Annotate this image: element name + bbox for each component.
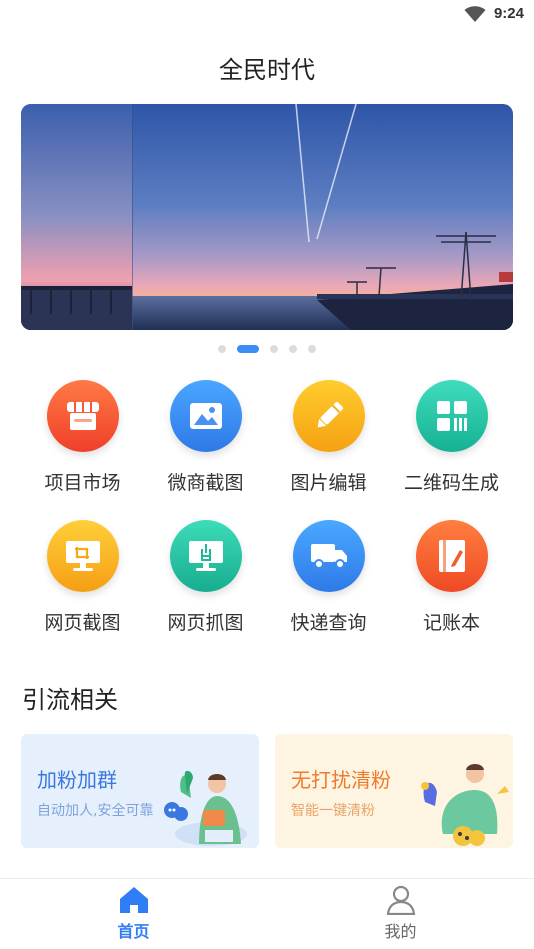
tool-wechat-screenshot[interactable]: 微商截图 (144, 380, 267, 520)
person-chat-illustration (164, 770, 247, 846)
tool-label: 快递查询 (290, 612, 367, 634)
tool-label: 记账本 (422, 612, 480, 634)
section-title: 引流相关 (22, 686, 118, 714)
home-icon (119, 887, 148, 913)
crop-screen-icon (46, 520, 119, 592)
tool-label: 项目市场 (44, 472, 121, 494)
carousel-dot[interactable] (218, 345, 226, 353)
tool-label: 图片编辑 (290, 472, 367, 494)
banner-image (21, 104, 513, 330)
carousel-dot[interactable] (270, 345, 278, 353)
bottom-nav: 首页 我的 (0, 878, 534, 949)
user-icon (386, 885, 415, 915)
card-subtitle: 智能一键清粉 (291, 803, 375, 819)
grab-screen-icon (169, 520, 242, 592)
pencil-icon (292, 380, 365, 452)
carousel-dot[interactable] (289, 345, 297, 353)
tool-label: 二维码生成 (403, 472, 499, 494)
page-title: 全民时代 (219, 56, 315, 84)
carousel-indicator (0, 344, 534, 354)
tool-account-book[interactable]: 记账本 (390, 520, 513, 660)
card-clean-fans[interactable]: 无打扰清粉 智能一键清粉 (275, 734, 513, 848)
card-add-fans[interactable]: 加粉加群 自动加人,安全可靠 (21, 734, 259, 848)
tool-label: 网页抓图 (167, 612, 244, 634)
tool-grid: 项目市场 微商截图 图片编辑 二维码生成 网页截图 网页抓图 快递查询 记账本 (21, 380, 513, 660)
card-title: 加粉加群 (37, 768, 117, 792)
tool-qrcode-generate[interactable]: 二维码生成 (390, 380, 513, 520)
card-subtitle: 自动加人,安全可靠 (37, 803, 154, 819)
nav-label: 我的 (384, 922, 417, 941)
banner-carousel[interactable] (21, 104, 513, 330)
carousel-dot-active[interactable] (237, 345, 259, 353)
qrcode-icon (415, 380, 488, 452)
carousel-dot[interactable] (308, 345, 316, 353)
tool-image-edit[interactable]: 图片编辑 (267, 380, 390, 520)
card-title: 无打扰清粉 (291, 768, 391, 792)
tool-label: 网页截图 (44, 612, 121, 634)
status-bar: 9:24 (0, 0, 534, 30)
notebook-icon (415, 520, 488, 592)
tool-project-market[interactable]: 项目市场 (21, 380, 144, 520)
person-cleaning-illustration (421, 764, 509, 846)
nav-home[interactable]: 首页 (0, 879, 267, 949)
tool-label: 微商截图 (167, 472, 244, 494)
tool-webpage-grab[interactable]: 网页抓图 (144, 520, 267, 660)
store-icon (46, 380, 119, 452)
wifi-icon (464, 6, 486, 22)
nav-mine[interactable]: 我的 (267, 879, 534, 949)
tool-webpage-screenshot[interactable]: 网页截图 (21, 520, 144, 660)
clock: 9:24 (493, 5, 524, 22)
truck-icon (292, 520, 365, 592)
tool-express-query[interactable]: 快递查询 (267, 520, 390, 660)
image-icon (169, 380, 242, 452)
nav-label: 首页 (117, 922, 150, 941)
